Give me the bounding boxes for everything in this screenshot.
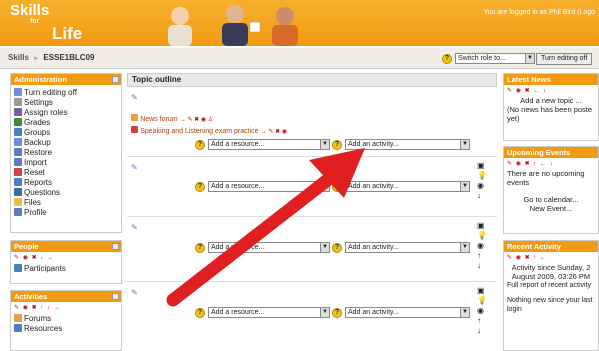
annotation-arrow: [166, 148, 365, 307]
